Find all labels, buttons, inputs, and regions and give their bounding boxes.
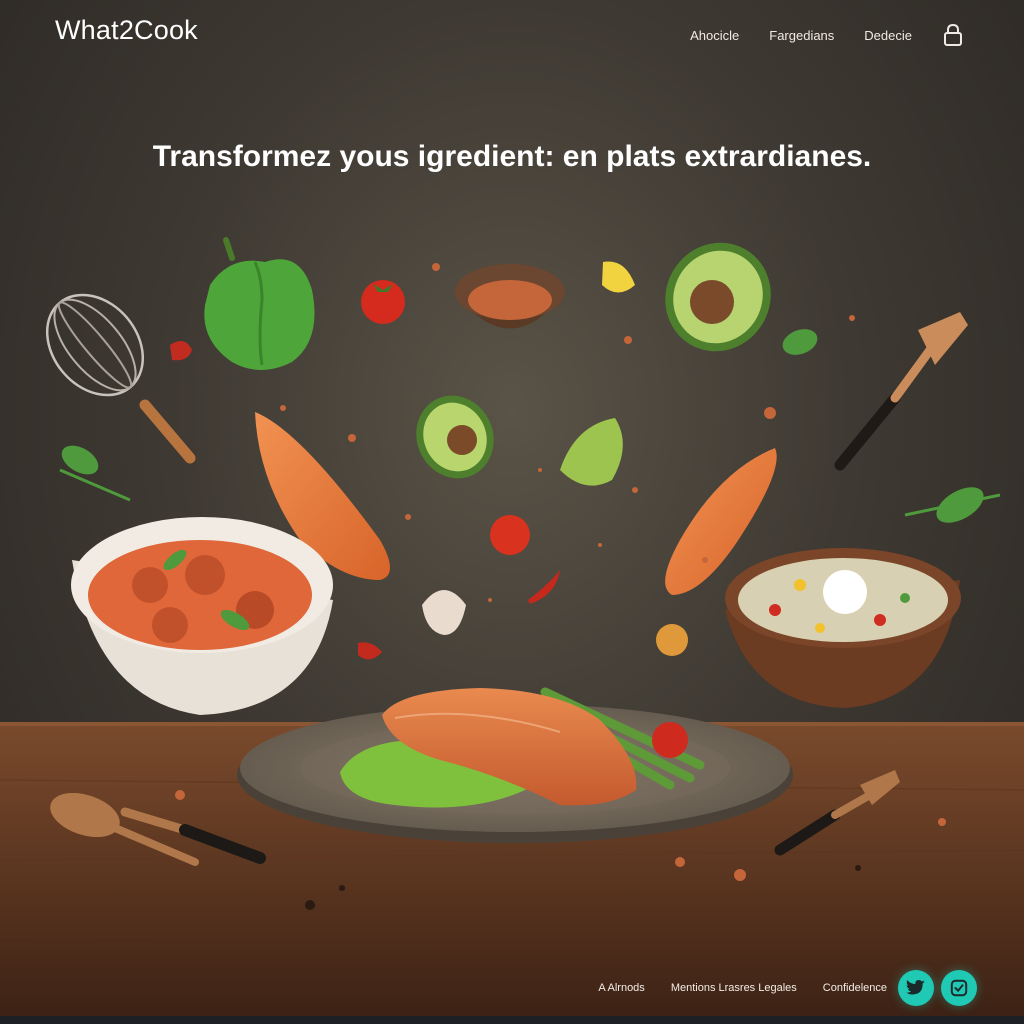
footer-link-privacy[interactable]: Confidelence	[823, 982, 887, 994]
footer-links: A Alrnods Mentions Lrasres Legales Confi…	[598, 982, 887, 994]
nav-link-fargedians[interactable]: Fargedians	[769, 28, 834, 43]
garlic-icon	[422, 590, 466, 635]
lock-icon[interactable]	[942, 23, 964, 47]
nav-link-ahocicle[interactable]: Ahocicle	[690, 28, 739, 43]
chickpea-icon	[656, 624, 688, 656]
herb-icon	[59, 329, 1001, 523]
tomato-slice-icon	[490, 515, 530, 555]
footer-link-about[interactable]: A Alrnods	[598, 982, 644, 994]
lemon-icon	[602, 261, 635, 293]
whisk-icon	[45, 293, 196, 464]
curry-bowl-icon	[71, 517, 333, 715]
twitter-icon[interactable]	[898, 970, 934, 1006]
nav-link-dedecie[interactable]: Dedecie	[864, 28, 912, 43]
avocado-icon	[665, 242, 771, 352]
tomato-icon	[361, 280, 405, 324]
pepper-slice-icon	[358, 642, 382, 660]
spice-bowl-icon	[455, 264, 565, 329]
brand-logo[interactable]: What2Cook	[55, 15, 198, 46]
fork-icon	[834, 312, 968, 471]
hero-headline: Transformez yous igredient: en plats ext…	[152, 140, 872, 173]
footer-bar	[0, 1016, 1024, 1024]
bell-pepper-icon	[204, 237, 315, 370]
main-nav: Ahocicle Fargedians Dedecie	[690, 23, 964, 47]
rice-bowl-icon	[725, 548, 961, 708]
salmon-plate-icon	[237, 687, 793, 843]
chili-icon	[528, 570, 560, 604]
footer-link-legal[interactable]: Mentions Lrasres Legales	[671, 982, 797, 994]
instagram-icon[interactable]	[941, 970, 977, 1006]
chili-icon	[170, 341, 192, 361]
avocado-slice-icon	[416, 395, 623, 486]
